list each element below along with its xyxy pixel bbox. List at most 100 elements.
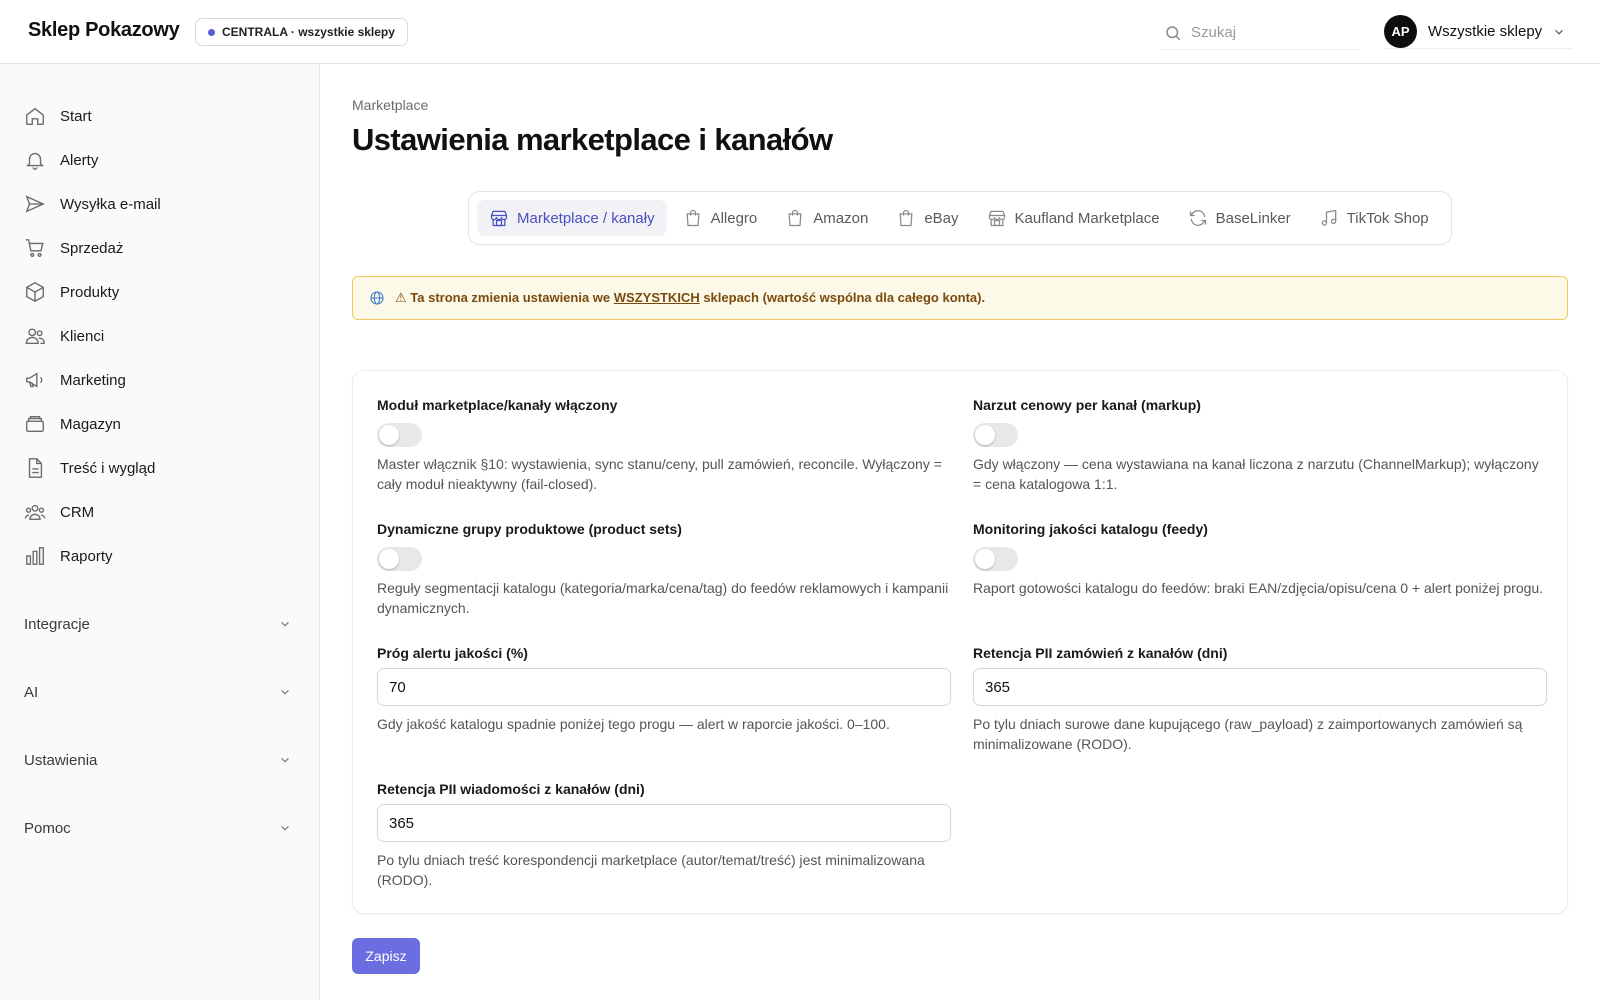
global-settings-warning: ⚠ Ta strona zmienia ustawienia we WSZYST… <box>352 276 1568 320</box>
top-header: Sklep Pokazowy CENTRALA · wszystkie skle… <box>0 0 1600 64</box>
tab-allegro[interactable]: Allegro <box>671 200 770 236</box>
send-icon <box>24 193 46 215</box>
tab-marketplace-kanaly[interactable]: Marketplace / kanały <box>477 200 667 236</box>
users-icon <box>24 325 46 347</box>
sidebar-item-raporty[interactable]: Raporty <box>24 542 113 570</box>
chevron-down-icon <box>278 617 292 631</box>
setting-help-text: Reguły segmentacji katalogu (kategoria/m… <box>377 580 949 616</box>
sidebar-item-crm[interactable]: CRM <box>24 498 94 526</box>
setting-channel-markup: Narzut cenowy per kanał (markup) Gdy włą… <box>973 397 1547 497</box>
brand-logo[interactable]: Sklep Pokazowy <box>28 19 180 42</box>
tab-bar: Marketplace / kanały Allegro Amazon eBay… <box>468 191 1452 245</box>
tab-baselinker[interactable]: BaseLinker <box>1176 200 1303 236</box>
cart-icon <box>24 237 46 259</box>
sidebar-item-label: Alerty <box>60 151 99 169</box>
toggle-knob <box>379 549 399 569</box>
message-pii-retention-input[interactable] <box>377 804 951 842</box>
tab-label: Amazon <box>813 209 869 227</box>
sidebar-item-label: Klienci <box>60 327 105 345</box>
avatar[interactable]: AP <box>1384 15 1417 48</box>
main-content: Marketplace Ustawienia marketplace i kan… <box>320 64 1600 1000</box>
search-box[interactable] <box>1160 16 1360 50</box>
product-sets-toggle[interactable] <box>377 547 422 571</box>
setting-message-pii-retention: Retencja PII wiadomości z kanałów (dni) … <box>377 781 951 891</box>
sidebar-item-label: Wysyłka e-mail <box>60 195 161 213</box>
search-icon <box>1164 24 1182 42</box>
page-title: Ustawienia marketplace i kanałów <box>352 122 833 157</box>
sidebar-item-produkty[interactable]: Produkty <box>24 278 119 306</box>
sidebar-group-ai[interactable]: AI <box>24 679 292 705</box>
sidebar-item-marketing[interactable]: Marketing <box>24 366 126 394</box>
setting-help-text: Raport gotowości katalogu do feedów: bra… <box>973 580 1544 596</box>
store-selector[interactable]: AP Wszystkie sklepy <box>1384 15 1573 49</box>
sidebar-group-integracje[interactable]: Integracje <box>24 611 292 637</box>
sidebar-item-label: Produkty <box>60 283 120 301</box>
module-enabled-toggle[interactable] <box>377 423 422 447</box>
setting-quality-threshold: Próg alertu jakości (%) Gdy jakość katal… <box>377 645 951 755</box>
sidebar-item-tresc-i-wyglad[interactable]: Treść i wygląd <box>24 454 155 482</box>
order-pii-retention-input[interactable] <box>973 668 1547 706</box>
sidebar-item-sprzedaz[interactable]: Sprzedaż <box>24 234 123 262</box>
sidebar-group-pomoc[interactable]: Pomoc <box>24 815 292 841</box>
sidebar-item-label: Magazyn <box>60 415 121 433</box>
chevron-down-icon <box>278 685 292 699</box>
setting-help-text: Gdy jakość katalogu spadnie poniżej tego… <box>377 716 890 732</box>
sidebar-item-label: Treść i wygląd <box>60 459 156 477</box>
setting-help-text: Po tylu dniach surowe dane kupującego (r… <box>973 716 1523 752</box>
sidebar-group-ustawienia[interactable]: Ustawienia <box>24 747 292 773</box>
tab-label: Marketplace / kanały <box>517 209 655 227</box>
setting-label: Dynamiczne grupy produktowe (product set… <box>377 521 682 537</box>
catalog-quality-toggle[interactable] <box>973 547 1018 571</box>
tab-tiktok-shop[interactable]: TikTok Shop <box>1307 200 1441 236</box>
chevron-down-icon <box>278 821 292 835</box>
megaphone-icon <box>24 369 46 391</box>
sidebar-item-label: Sprzedaż <box>60 239 124 257</box>
store-context-badge[interactable]: CENTRALA · wszystkie sklepy <box>195 18 408 46</box>
setting-help-text: Po tylu dniach treść korespondencji mark… <box>377 852 925 888</box>
refresh-icon <box>1188 208 1208 228</box>
channel-markup-toggle[interactable] <box>973 423 1018 447</box>
setting-catalog-quality: Monitoring jakości katalogu (feedy) Rapo… <box>973 521 1547 621</box>
quality-threshold-input[interactable] <box>377 668 951 706</box>
group-icon <box>24 501 46 523</box>
sidebar-item-start[interactable]: Start <box>24 102 92 130</box>
tab-amazon[interactable]: Amazon <box>773 200 880 236</box>
tab-label: TikTok Shop <box>1346 209 1429 227</box>
setting-help-text: Master włącznik §10: wystawienia, sync s… <box>377 456 942 492</box>
sidebar-item-klienci[interactable]: Klienci <box>24 322 104 350</box>
sidebar-item-label: Start <box>60 107 92 125</box>
storefront-icon <box>987 208 1007 228</box>
setting-module-enabled: Moduł marketplace/kanały włączony Master… <box>377 397 951 497</box>
breadcrumb[interactable]: Marketplace <box>352 97 428 113</box>
music-note-icon <box>1319 208 1339 228</box>
search-input[interactable] <box>1191 24 1351 41</box>
warning-text: ⚠ Ta strona zmienia ustawienia we WSZYST… <box>395 290 985 306</box>
sidebar-item-magazyn[interactable]: Magazyn <box>24 410 121 438</box>
store-selector-label: Wszystkie sklepy <box>1428 23 1543 40</box>
setting-order-pii-retention: Retencja PII zamówień z kanałów (dni) Po… <box>973 645 1547 755</box>
setting-label: Narzut cenowy per kanał (markup) <box>973 397 1201 413</box>
setting-label: Próg alertu jakości (%) <box>377 645 528 661</box>
setting-help-text: Gdy włączony — cena wystawiana na kanał … <box>973 456 1539 492</box>
settings-card: Moduł marketplace/kanały włączony Master… <box>352 370 1568 914</box>
setting-label: Moduł marketplace/kanały włączony <box>377 397 618 413</box>
tab-ebay[interactable]: eBay <box>884 200 970 236</box>
tab-kaufland-marketplace[interactable]: Kaufland Marketplace <box>975 200 1172 236</box>
sidebar: Start Alerty Wysyłka e-mail Sprzedaż Pro… <box>0 64 320 1000</box>
sidebar-item-label: Marketing <box>60 371 126 389</box>
tab-label: Allegro <box>710 209 758 227</box>
document-icon <box>24 457 46 479</box>
warning-suffix: sklepach (wartość wspólna dla całego kon… <box>699 290 986 305</box>
sidebar-item-alerty[interactable]: Alerty <box>24 146 98 174</box>
bell-icon <box>24 149 46 171</box>
shopping-bag-icon <box>683 208 703 228</box>
tab-label: eBay <box>924 209 959 227</box>
sidebar-item-wysylka-email[interactable]: Wysyłka e-mail <box>24 190 161 218</box>
globe-icon <box>369 290 385 306</box>
home-icon <box>24 105 46 127</box>
status-dot <box>208 28 215 36</box>
setting-label: Monitoring jakości katalogu (feedy) <box>973 521 1208 537</box>
setting-label: Retencja PII zamówień z kanałów (dni) <box>973 645 1228 661</box>
toggle-knob <box>975 425 995 445</box>
save-button[interactable]: Zapisz <box>352 938 420 974</box>
